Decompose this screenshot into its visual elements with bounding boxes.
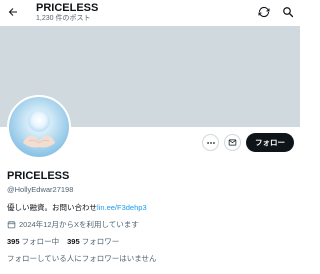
search-button[interactable] — [282, 6, 294, 18]
top-bar: PRICELESS 1,230 件のポスト — [0, 0, 300, 26]
back-button[interactable] — [6, 5, 20, 19]
more-button[interactable] — [202, 134, 219, 151]
join-date-text: 2024年12月からXを利用しています — [19, 220, 139, 229]
refresh-icon — [258, 6, 270, 18]
bio-link[interactable]: lin.ee/F3dehp3 — [97, 203, 147, 212]
user-handle: @HollyEdwar27198 — [7, 185, 74, 194]
post-count: 1,230 件のポスト — [36, 15, 91, 22]
bio: 優しい融資。お問い合わせlin.ee/F3dehp3 — [7, 202, 147, 213]
display-name: PRICELESS — [7, 170, 70, 182]
following-link[interactable]: 395 フォロー中 — [7, 236, 59, 247]
header-title: PRICELESS — [36, 2, 99, 14]
profile-actions: フォロー — [202, 133, 294, 152]
followers-link[interactable]: 395 フォロワー — [67, 236, 119, 247]
avatar[interactable] — [7, 95, 71, 159]
more-icon — [206, 141, 215, 144]
following-label: フォロー中 — [21, 237, 60, 246]
followers-count: 395 — [67, 237, 80, 246]
followers-label: フォロワー — [81, 237, 120, 246]
avatar-image — [9, 97, 69, 157]
search-icon — [283, 7, 294, 18]
following-count: 395 — [7, 237, 20, 246]
calendar-icon — [7, 221, 16, 229]
follow-stats: 395 フォロー中 395 フォロワー — [7, 236, 119, 247]
followed-by-note: フォローしている人にフォロワーはいません — [7, 254, 157, 263]
refresh-button[interactable] — [258, 6, 270, 18]
message-button[interactable] — [224, 134, 241, 151]
bio-text: 優しい融資。お問い合わせ — [7, 203, 97, 212]
follow-button[interactable]: フォロー — [246, 133, 294, 152]
join-date: 2024年12月からXを利用しています — [7, 219, 139, 230]
message-icon — [228, 139, 237, 146]
back-arrow-icon — [8, 8, 17, 16]
